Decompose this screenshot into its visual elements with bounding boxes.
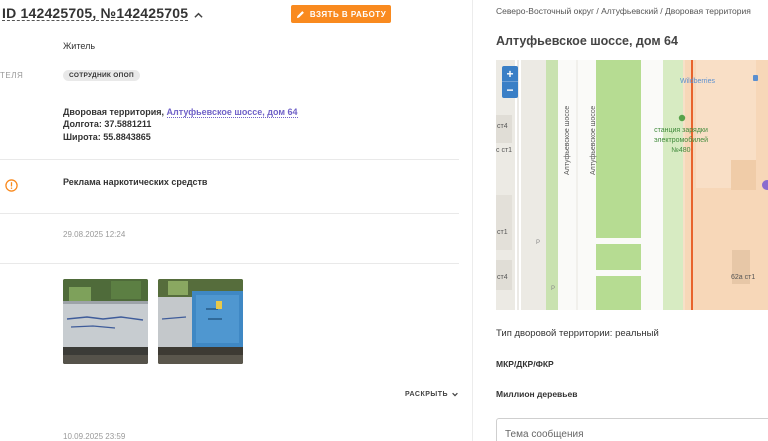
road-label: Алтуфьевское шоссе — [564, 106, 571, 175]
pencil-icon — [296, 10, 304, 18]
issue-id-text: ID 142425705, №142425705 — [2, 5, 189, 21]
store-label: Wildberries — [680, 78, 716, 85]
bldg-label: ст4 — [497, 123, 508, 130]
poi-line2: электромобилей — [654, 136, 708, 144]
expand-label: РАСКРЫТЬ — [405, 390, 449, 398]
location-value: Дворовая территория, Алтуфьевское шоссе,… — [63, 107, 298, 118]
zoom-out-button[interactable]: − — [502, 82, 518, 98]
author-value: Житель — [63, 41, 96, 51]
location-panel: Северо-Восточный округ / Алтуфьевский / … — [472, 0, 768, 441]
bldg-label: с ст1 — [496, 147, 512, 154]
zoom-in-button[interactable]: + — [502, 66, 518, 82]
issue-details-panel: ID 142425705, №142425705 ВЗЯТЬ В РАБОТУ … — [0, 0, 472, 441]
divider — [0, 263, 459, 264]
mkr-label: МКР/ДКР/ФКР — [496, 359, 554, 369]
deadline-date: 10.09.2025 23:59 — [63, 432, 126, 441]
poi-line1: станция зарядки — [654, 127, 708, 134]
created-date: 29.08.2025 12:24 — [63, 230, 126, 239]
chevron-up-icon[interactable] — [194, 11, 203, 20]
divider — [0, 213, 459, 214]
take-to-work-label: ВЗЯТЬ В РАБОТУ — [309, 9, 387, 19]
million-trees-label: Миллион деревьев — [496, 389, 578, 399]
issue-id-title[interactable]: ID 142425705, №142425705 — [2, 6, 203, 21]
photo-1[interactable] — [63, 279, 148, 364]
executor-label: ТЕЛЯ — [0, 71, 24, 80]
warning-icon — [5, 179, 18, 192]
territory-type: Тип дворовой территории: реальный — [496, 328, 659, 339]
parking-1: P — [536, 240, 540, 246]
longitude-value: Долгота: 37.5881211 — [63, 119, 152, 129]
problem-value: Реклама наркотических средств — [63, 177, 208, 187]
location-link[interactable]: Алтуфьевское шоссе, дом 64 — [166, 107, 298, 118]
divider — [0, 159, 459, 160]
expand-button[interactable]: РАСКРЫТЬ — [405, 390, 459, 398]
bldg-label: 62а ст1 — [731, 274, 755, 281]
breadcrumb: Северо-Восточный округ / Алтуфьевский / … — [496, 6, 751, 16]
message-subject-input[interactable]: Тема сообщения — [496, 418, 768, 441]
map-canvas[interactable]: P P ст4 с ст1 ст1 ст4 62а ст1 Алтуфьевск… — [496, 60, 768, 310]
address-title: Алтуфьевское шоссе, дом 64 — [496, 34, 678, 48]
executor-badge: СОТРУДНИК ОПОП — [63, 70, 140, 81]
map[interactable]: P P ст4 с ст1 ст1 ст4 62а ст1 Алтуфьевск… — [496, 60, 768, 310]
road-label: Алтуфьевское шоссе — [590, 106, 597, 175]
photo-2[interactable] — [158, 279, 243, 364]
bldg-label: ст1 — [497, 229, 508, 236]
take-to-work-button[interactable]: ВЗЯТЬ В РАБОТУ — [291, 5, 391, 23]
map-zoom-controls: + − — [502, 66, 518, 98]
poi-line3: №480 — [671, 147, 690, 154]
latitude-value: Широта: 55.8843865 — [63, 132, 151, 142]
chevron-down-icon — [452, 392, 458, 397]
bldg-label: ст4 — [497, 274, 508, 281]
parking-2: P — [551, 286, 555, 292]
location-prefix: Дворовая территория, — [63, 107, 167, 117]
message-placeholder: Тема сообщения — [505, 429, 584, 440]
